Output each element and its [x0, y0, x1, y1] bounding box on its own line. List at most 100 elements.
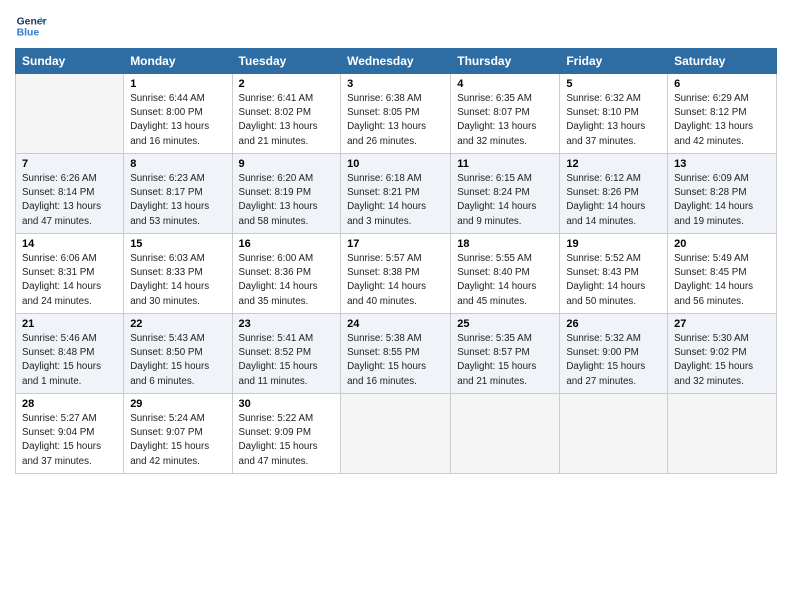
day-number: 21	[22, 318, 117, 330]
day-info: Sunrise: 5:35 AM Sunset: 8:57 PM Dayligh…	[457, 332, 553, 389]
day-cell: 5Sunrise: 6:32 AM Sunset: 8:10 PM Daylig…	[560, 74, 668, 154]
day-info: Sunrise: 5:43 AM Sunset: 8:50 PM Dayligh…	[130, 332, 225, 389]
week-row-5: 28 Sunrise: 5:27 AM Sunset: 9:04 PM Dayli…	[16, 394, 777, 474]
day-info: Sunrise: 6:41 AM Sunset: 8:02 PM Dayligh…	[239, 92, 335, 149]
day-info: Sunrise: 5:27 AM Sunset: 9:04 PM Dayligh…	[22, 412, 117, 469]
day-cell	[16, 74, 124, 154]
day-cell: 2 Sunrise: 6:41 AM Sunset: 8:02 PM Daylig…	[232, 74, 341, 154]
day-cell: 19Sunrise: 5:52 AM Sunset: 8:43 PM Dayli…	[560, 234, 668, 314]
day-info: Sunrise: 6:12 AM Sunset: 8:26 PM Dayligh…	[566, 172, 661, 229]
day-number: 29	[130, 398, 225, 410]
day-number: 13	[674, 158, 770, 170]
weekday-saturday: Saturday	[668, 49, 777, 74]
day-cell: 30Sunrise: 5:22 AM Sunset: 9:09 PM Dayli…	[232, 394, 341, 474]
day-cell: 8 Sunrise: 6:23 AM Sunset: 8:17 PM Daylig…	[124, 154, 232, 234]
day-info: Sunrise: 5:57 AM Sunset: 8:38 PM Dayligh…	[347, 252, 444, 309]
day-info: Sunrise: 6:09 AM Sunset: 8:28 PM Dayligh…	[674, 172, 770, 229]
weekday-thursday: Thursday	[451, 49, 560, 74]
day-number: 2	[239, 78, 335, 90]
day-info: Sunrise: 6:23 AM Sunset: 8:17 PM Dayligh…	[130, 172, 225, 229]
header: General Blue	[15, 10, 777, 42]
day-number: 4	[457, 78, 553, 90]
day-cell	[560, 394, 668, 474]
weekday-header-row: SundayMondayTuesdayWednesdayThursdayFrid…	[16, 49, 777, 74]
day-number: 27	[674, 318, 770, 330]
weekday-friday: Friday	[560, 49, 668, 74]
day-cell: 16Sunrise: 6:00 AM Sunset: 8:36 PM Dayli…	[232, 234, 341, 314]
day-cell: 18 Sunrise: 5:55 AM Sunset: 8:40 PM Dayli…	[451, 234, 560, 314]
day-number: 11	[457, 158, 553, 170]
day-cell: 12 Sunrise: 6:12 AM Sunset: 8:26 PM Dayli…	[560, 154, 668, 234]
day-info: Sunrise: 5:32 AM Sunset: 9:00 PM Dayligh…	[566, 332, 661, 389]
day-cell: 15 Sunrise: 6:03 AM Sunset: 8:33 PM Dayli…	[124, 234, 232, 314]
day-number: 18	[457, 238, 553, 250]
day-number: 10	[347, 158, 444, 170]
day-info: Sunrise: 5:38 AM Sunset: 8:55 PM Dayligh…	[347, 332, 444, 389]
weekday-monday: Monday	[124, 49, 232, 74]
day-cell: 24 Sunrise: 5:38 AM Sunset: 8:55 PM Dayli…	[341, 314, 451, 394]
day-number: 23	[239, 318, 335, 330]
day-cell: 23 Sunrise: 5:41 AM Sunset: 8:52 PM Dayli…	[232, 314, 341, 394]
weekday-tuesday: Tuesday	[232, 49, 341, 74]
day-cell: 13 Sunrise: 6:09 AM Sunset: 8:28 PM Dayli…	[668, 154, 777, 234]
week-row-2: 7 Sunrise: 6:26 AM Sunset: 8:14 PM Daylig…	[16, 154, 777, 234]
day-info: Sunrise: 6:15 AM Sunset: 8:24 PM Dayligh…	[457, 172, 553, 229]
day-cell: 22 Sunrise: 5:43 AM Sunset: 8:50 PM Dayli…	[124, 314, 232, 394]
logo: General Blue	[15, 10, 51, 42]
day-cell: 10 Sunrise: 6:18 AM Sunset: 8:21 PM Dayli…	[341, 154, 451, 234]
day-cell: 14Sunrise: 6:06 AM Sunset: 8:31 PM Dayli…	[16, 234, 124, 314]
day-number: 16	[239, 238, 335, 250]
day-cell	[451, 394, 560, 474]
day-info: Sunrise: 6:18 AM Sunset: 8:21 PM Dayligh…	[347, 172, 444, 229]
day-cell: 4 Sunrise: 6:35 AM Sunset: 8:07 PM Daylig…	[451, 74, 560, 154]
day-info: Sunrise: 6:29 AM Sunset: 8:12 PM Dayligh…	[674, 92, 770, 149]
day-cell: 28 Sunrise: 5:27 AM Sunset: 9:04 PM Dayli…	[16, 394, 124, 474]
day-number: 8	[130, 158, 225, 170]
day-number: 14	[22, 238, 117, 250]
day-info: Sunrise: 6:44 AM Sunset: 8:00 PM Dayligh…	[130, 92, 225, 149]
day-number: 12	[566, 158, 661, 170]
day-cell: 26 Sunrise: 5:32 AM Sunset: 9:00 PM Dayli…	[560, 314, 668, 394]
day-cell: 9Sunrise: 6:20 AM Sunset: 8:19 PM Daylig…	[232, 154, 341, 234]
day-cell: 11 Sunrise: 6:15 AM Sunset: 8:24 PM Dayli…	[451, 154, 560, 234]
day-number: 22	[130, 318, 225, 330]
day-number: 3	[347, 78, 444, 90]
day-cell	[341, 394, 451, 474]
day-cell: 7 Sunrise: 6:26 AM Sunset: 8:14 PM Daylig…	[16, 154, 124, 234]
day-cell: 20Sunrise: 5:49 AM Sunset: 8:45 PM Dayli…	[668, 234, 777, 314]
day-info: Sunrise: 5:41 AM Sunset: 8:52 PM Dayligh…	[239, 332, 335, 389]
day-info: Sunrise: 5:49 AM Sunset: 8:45 PM Dayligh…	[674, 252, 770, 309]
day-number: 28	[22, 398, 117, 410]
day-number: 5	[566, 78, 661, 90]
day-number: 17	[347, 238, 444, 250]
day-number: 25	[457, 318, 553, 330]
day-info: Sunrise: 5:30 AM Sunset: 9:02 PM Dayligh…	[674, 332, 770, 389]
day-number: 30	[239, 398, 335, 410]
svg-text:Blue: Blue	[17, 28, 40, 39]
day-cell: 17 Sunrise: 5:57 AM Sunset: 8:38 PM Dayli…	[341, 234, 451, 314]
week-row-3: 14Sunrise: 6:06 AM Sunset: 8:31 PM Dayli…	[16, 234, 777, 314]
day-number: 24	[347, 318, 444, 330]
day-cell: 21 Sunrise: 5:46 AM Sunset: 8:48 PM Dayli…	[16, 314, 124, 394]
day-cell	[668, 394, 777, 474]
day-info: Sunrise: 5:24 AM Sunset: 9:07 PM Dayligh…	[130, 412, 225, 469]
day-cell: 3 Sunrise: 6:38 AM Sunset: 8:05 PM Daylig…	[341, 74, 451, 154]
week-row-4: 21 Sunrise: 5:46 AM Sunset: 8:48 PM Dayli…	[16, 314, 777, 394]
day-cell: 6Sunrise: 6:29 AM Sunset: 8:12 PM Daylig…	[668, 74, 777, 154]
day-info: Sunrise: 6:38 AM Sunset: 8:05 PM Dayligh…	[347, 92, 444, 149]
calendar-table: SundayMondayTuesdayWednesdayThursdayFrid…	[15, 48, 777, 474]
day-info: Sunrise: 6:35 AM Sunset: 8:07 PM Dayligh…	[457, 92, 553, 149]
day-info: Sunrise: 5:55 AM Sunset: 8:40 PM Dayligh…	[457, 252, 553, 309]
day-number: 15	[130, 238, 225, 250]
day-cell: 25 Sunrise: 5:35 AM Sunset: 8:57 PM Dayli…	[451, 314, 560, 394]
page: General Blue SundayMondayTuesdayWednesda…	[0, 0, 792, 484]
weekday-wednesday: Wednesday	[341, 49, 451, 74]
day-info: Sunrise: 5:46 AM Sunset: 8:48 PM Dayligh…	[22, 332, 117, 389]
logo-icon: General Blue	[15, 10, 47, 42]
day-info: Sunrise: 5:52 AM Sunset: 8:43 PM Dayligh…	[566, 252, 661, 309]
day-number: 7	[22, 158, 117, 170]
day-number: 26	[566, 318, 661, 330]
day-info: Sunrise: 6:26 AM Sunset: 8:14 PM Dayligh…	[22, 172, 117, 229]
day-info: Sunrise: 6:03 AM Sunset: 8:33 PM Dayligh…	[130, 252, 225, 309]
day-cell: 27 Sunrise: 5:30 AM Sunset: 9:02 PM Dayli…	[668, 314, 777, 394]
